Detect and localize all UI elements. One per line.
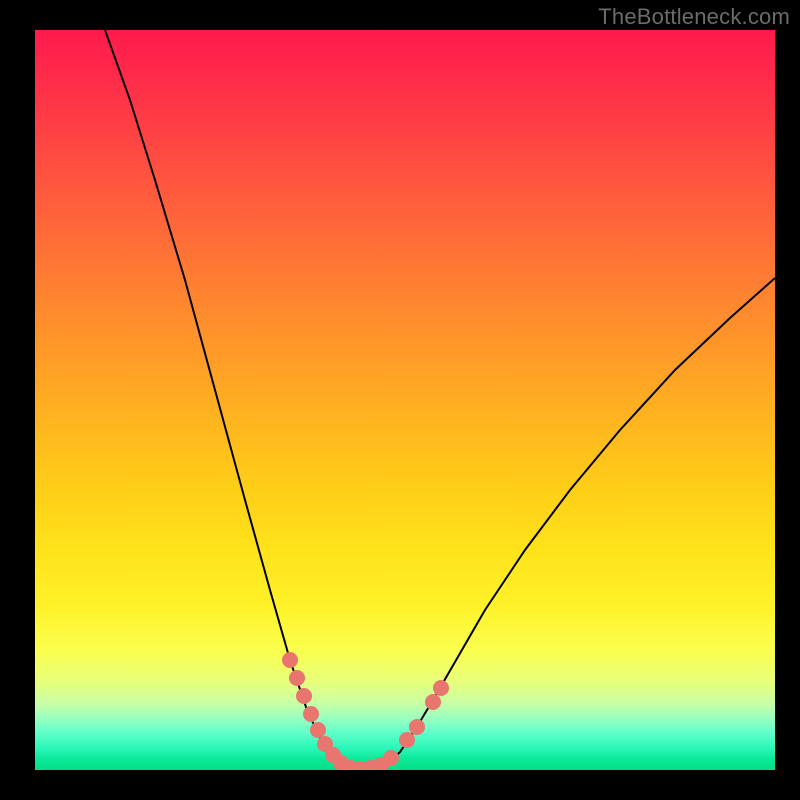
- data-marker: [433, 680, 449, 696]
- data-marker: [310, 722, 326, 738]
- curve-left: [105, 30, 360, 770]
- chart-frame: TheBottleneck.com: [0, 0, 800, 800]
- data-marker: [399, 732, 415, 748]
- data-marker: [303, 706, 319, 722]
- data-marker: [289, 670, 305, 686]
- data-marker: [296, 688, 312, 704]
- bottleneck-curve-svg: [35, 30, 775, 770]
- watermark-text: TheBottleneck.com: [598, 4, 790, 30]
- curve-right: [360, 278, 775, 770]
- data-marker: [383, 750, 399, 766]
- marker-group: [282, 652, 449, 770]
- data-marker: [425, 694, 441, 710]
- plot-area: [35, 30, 775, 770]
- data-marker: [409, 719, 425, 735]
- data-marker: [282, 652, 298, 668]
